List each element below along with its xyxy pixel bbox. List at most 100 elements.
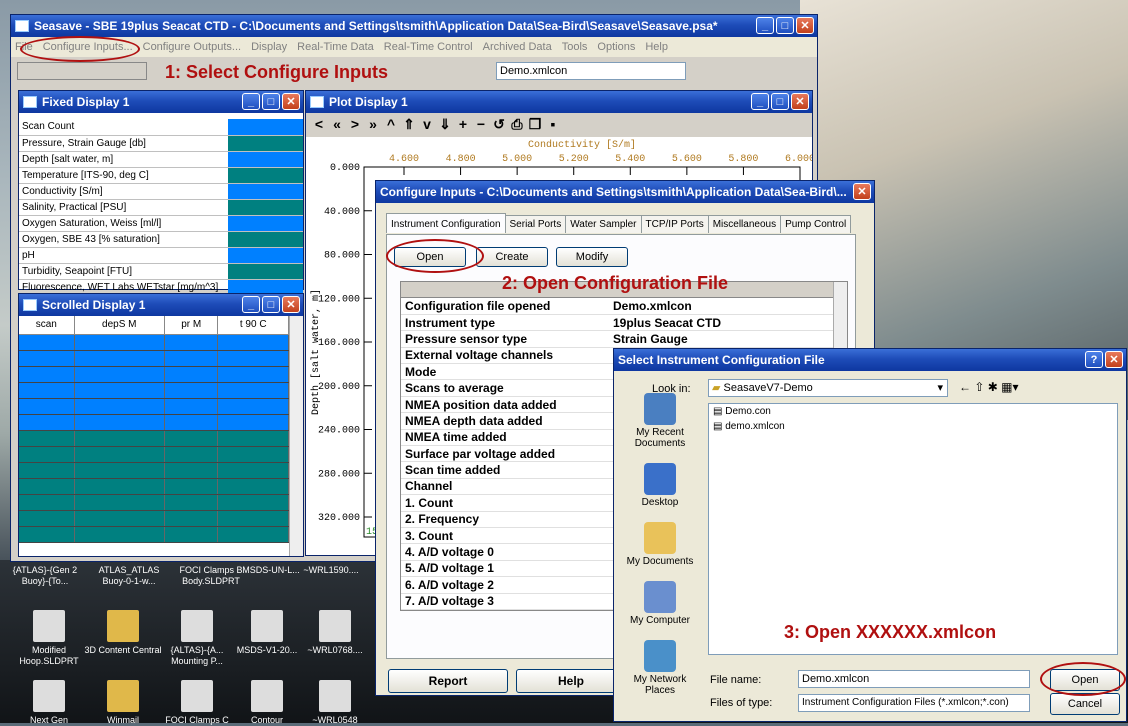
close-icon[interactable]: ✕ <box>796 17 814 34</box>
help-icon[interactable]: ? <box>1085 351 1103 368</box>
new-folder-icon[interactable]: ✱ <box>988 380 998 394</box>
file-dialog-titlebar: Select Instrument Configuration File ? ✕ <box>614 349 1126 371</box>
fast-down-icon[interactable]: ⇓ <box>436 116 454 134</box>
pan-up-icon[interactable]: ^ <box>382 115 400 133</box>
app-icon <box>15 20 29 32</box>
y-axis-label: Depth [salt water, m] <box>310 289 322 415</box>
filename-input[interactable]: Demo.xmlcon <box>798 670 1030 688</box>
tab-pump-control[interactable]: Pump Control <box>780 215 852 233</box>
tab-instrument-configuration[interactable]: Instrument Configuration <box>386 213 506 233</box>
config-value: Strain Gauge <box>609 330 833 348</box>
place-recent-documents[interactable]: My Recent Documents <box>620 393 700 449</box>
step3-annotation: 3: Open XXXXXX.xmlcon <box>784 622 997 642</box>
place-network-places[interactable]: My Network Places <box>620 640 700 696</box>
dialog-cancel-button[interactable]: Cancel <box>1050 693 1120 715</box>
y-tick-label: 0.000 <box>330 163 360 174</box>
plot-toolbar: < «>» ^ ⇑ v ⇓ + − ↺ ⎙ ❐ ▪ <box>306 113 812 137</box>
scrolled-titlebar: Scrolled Display 1 _ □ ✕ <box>19 294 303 316</box>
menu-item[interactable]: Options <box>597 41 635 53</box>
file-icon <box>33 610 65 642</box>
minimize-icon[interactable]: _ <box>242 93 260 110</box>
menu-item[interactable]: Display <box>251 41 287 53</box>
close-icon[interactable]: ✕ <box>1105 351 1123 368</box>
config-key: Mode <box>401 363 609 381</box>
lookin-select[interactable]: ▰ SeasaveV7-Demo ▾ <box>708 379 948 397</box>
minimize-icon[interactable]: _ <box>756 17 774 34</box>
desktop-icon[interactable]: ~WRL0548 <box>292 680 378 726</box>
plot-title: Plot Display 1 <box>329 95 408 109</box>
file-item[interactable]: ▤ demo.xmlcon <box>709 419 1117 434</box>
desktop-icon-label: {ATLAS}-{Gen 2 Buoy}-{To... <box>12 565 78 586</box>
view-menu-icon[interactable]: ▦▾ <box>1001 380 1018 394</box>
fast-right-icon[interactable]: » <box>364 115 382 133</box>
pan-left-icon[interactable]: < <box>310 115 328 133</box>
report-button[interactable]: Report <box>388 669 508 693</box>
table-cell <box>217 366 289 383</box>
file-item[interactable]: ▤ Demo.con <box>709 404 1117 419</box>
pan-right-icon[interactable]: > <box>346 115 364 133</box>
print-icon[interactable]: ⎙ <box>508 116 526 134</box>
fast-up-icon[interactable]: ⇑ <box>400 116 418 134</box>
close-icon[interactable]: ✕ <box>791 93 809 110</box>
place-my-documents[interactable]: My Documents <box>620 522 700 567</box>
fixed-label: pH <box>19 247 228 264</box>
menu-item[interactable]: Real-Time Data <box>297 41 374 53</box>
desktop-icon[interactable]: ATLAS_ATLAS Buoy-0-1-w... <box>86 565 172 587</box>
place-desktop[interactable]: Desktop <box>620 463 700 508</box>
menu-item[interactable]: Real-Time Control <box>384 41 473 53</box>
table-row <box>19 382 289 399</box>
modify-button[interactable]: Modify <box>556 247 628 267</box>
table-row <box>19 430 289 447</box>
save-icon[interactable]: ▪ <box>544 115 562 133</box>
desktop-icon[interactable]: ~WRL0768.... <box>292 610 378 656</box>
config-key: 7. A/D voltage 3 <box>401 593 609 610</box>
close-icon[interactable]: ✕ <box>282 296 300 313</box>
desktop-icon[interactable]: ~WRL1590.... <box>288 565 374 576</box>
zoom-in-icon[interactable]: + <box>454 115 472 133</box>
table-cell <box>74 430 165 447</box>
up-folder-icon[interactable]: ⇧ <box>974 380 984 394</box>
config-title: Configure Inputs - C:\Documents and Sett… <box>380 185 847 199</box>
maximize-icon[interactable]: □ <box>776 17 794 34</box>
zoom-out-icon[interactable]: − <box>472 115 490 133</box>
tab-miscellaneous[interactable]: Miscellaneous <box>707 215 782 233</box>
y-tick-label: 160.000 <box>318 338 360 349</box>
minimize-icon[interactable]: _ <box>751 93 769 110</box>
menu-item[interactable]: Tools <box>562 41 588 53</box>
pan-down-icon[interactable]: v <box>418 115 436 133</box>
tab-water-sampler[interactable]: Water Sampler <box>565 215 642 233</box>
table-row <box>19 478 289 495</box>
back-icon[interactable]: ← <box>959 380 971 394</box>
filetype-select[interactable]: Instrument Configuration Files (*.xmlcon… <box>798 694 1030 712</box>
place-label: Desktop <box>641 497 679 508</box>
my-documents-icon <box>644 522 676 554</box>
close-icon[interactable]: ✕ <box>282 93 300 110</box>
fast-left-icon[interactable]: « <box>328 115 346 133</box>
undo-icon[interactable]: ↺ <box>490 116 508 134</box>
copy-icon[interactable]: ❐ <box>526 116 544 134</box>
tab-serial-ports[interactable]: Serial Ports <box>504 215 567 233</box>
maximize-icon[interactable]: □ <box>262 93 280 110</box>
place-my-computer[interactable]: My Computer <box>620 581 700 626</box>
menu-item[interactable]: Archived Data <box>483 41 552 53</box>
help-button[interactable]: Help <box>516 669 626 693</box>
tab-tcp-ip-ports[interactable]: TCP/IP Ports <box>640 215 709 233</box>
table-cell <box>19 462 75 479</box>
menu-item[interactable]: Configure Outputs... <box>143 41 241 53</box>
minimize-icon[interactable]: _ <box>242 296 260 313</box>
fixed-row: Conductivity [S/m] <box>19 183 303 200</box>
fixed-row: pH <box>19 247 303 264</box>
maximize-icon[interactable]: □ <box>262 296 280 313</box>
menu-item[interactable]: Help <box>645 41 668 53</box>
fixed-label: Oxygen, SBE 43 [% saturation] <box>19 231 228 248</box>
fixed-value <box>228 119 303 136</box>
scrollbar[interactable] <box>289 316 303 556</box>
config-key: NMEA position data added <box>401 396 609 414</box>
config-row: Instrument type 19plus Seacat CTD <box>401 314 833 332</box>
create-button[interactable]: Create <box>476 247 548 267</box>
table-cell <box>74 478 165 495</box>
maximize-icon[interactable]: □ <box>771 93 789 110</box>
table-cell <box>164 478 219 495</box>
desktop-icon[interactable]: {ATLAS}-{Gen 2 Buoy}-{To... <box>2 565 88 587</box>
close-icon[interactable]: ✕ <box>853 183 871 200</box>
